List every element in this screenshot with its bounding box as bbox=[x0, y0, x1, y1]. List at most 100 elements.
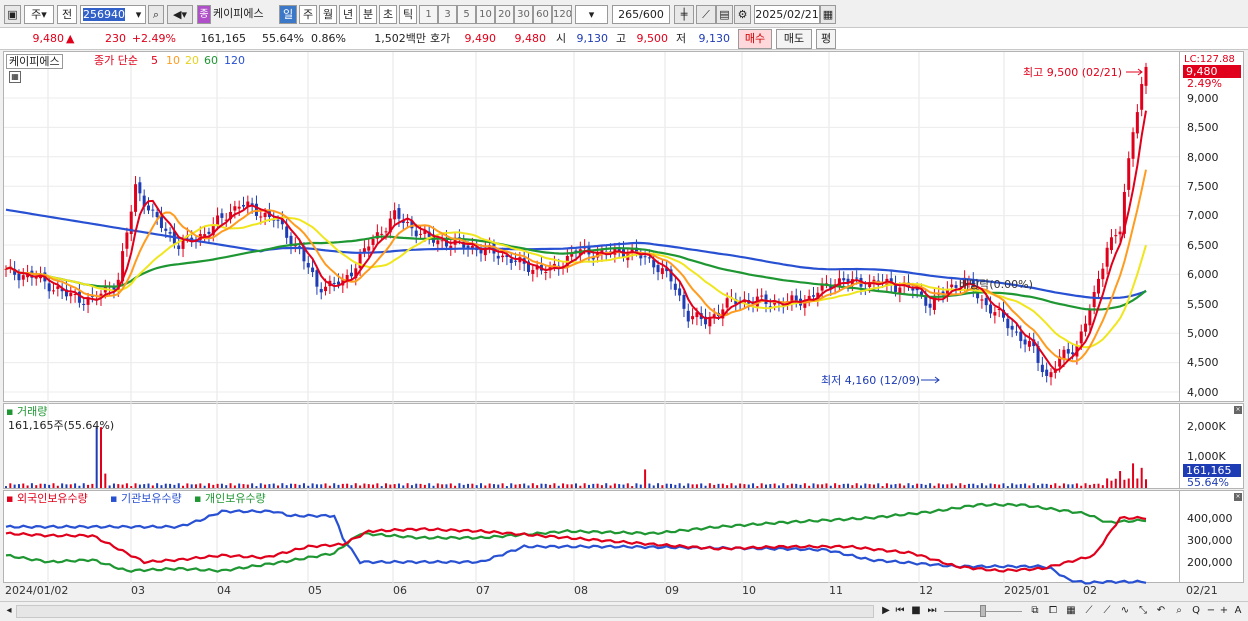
text-tool-icon[interactable]: A bbox=[1231, 604, 1245, 619]
minus-icon[interactable]: − bbox=[1205, 604, 1217, 619]
volume-bar bbox=[1011, 483, 1014, 488]
line-tool-icon[interactable]: ⟋ bbox=[1081, 604, 1097, 619]
volume-bar bbox=[777, 485, 780, 488]
volume-bar bbox=[566, 484, 569, 488]
trend-tool-icon[interactable]: ⟋ bbox=[1099, 604, 1115, 619]
x-axis-label: 07 bbox=[476, 584, 490, 597]
volume-bar bbox=[233, 485, 236, 488]
volume-bar bbox=[821, 484, 824, 488]
volume-bar bbox=[622, 484, 625, 488]
volume-bar bbox=[1097, 483, 1100, 488]
volume-bar bbox=[307, 485, 310, 488]
holder-close-icon[interactable]: × bbox=[1234, 493, 1242, 501]
volume-bar bbox=[48, 484, 51, 488]
volume-bar bbox=[61, 483, 64, 488]
candle-body bbox=[203, 234, 207, 237]
table-icon[interactable]: ▦ bbox=[9, 71, 21, 83]
horizontal-scrollbar[interactable] bbox=[16, 605, 874, 618]
candle-body bbox=[980, 299, 984, 301]
curve-tool-icon[interactable]: ∿ bbox=[1117, 604, 1133, 619]
volume-close-icon[interactable]: × bbox=[1234, 406, 1242, 414]
volume-bar bbox=[30, 483, 33, 488]
volume-bar bbox=[264, 484, 267, 488]
ma5-legend: 5 bbox=[151, 54, 158, 67]
volume-bar bbox=[570, 484, 573, 488]
volume-bar bbox=[1019, 484, 1022, 488]
volume-bar bbox=[9, 483, 12, 488]
candle-body bbox=[177, 245, 181, 250]
candle-body bbox=[673, 283, 677, 290]
zoom-slider-handle[interactable] bbox=[980, 605, 986, 617]
volume-bar bbox=[212, 484, 215, 488]
candle-body bbox=[285, 226, 289, 238]
candle-body bbox=[1084, 323, 1088, 332]
scroll-left-icon[interactable]: ◂ bbox=[3, 604, 15, 619]
volume-bar bbox=[432, 485, 435, 488]
volume-bar bbox=[674, 484, 677, 488]
magnify-icon[interactable]: ⌕ bbox=[1171, 604, 1187, 619]
fast-forward-icon[interactable]: ⏭ bbox=[926, 604, 938, 619]
candle-body bbox=[1127, 158, 1131, 190]
scroll-right-icon[interactable]: ▶ bbox=[880, 604, 892, 619]
volume-bar bbox=[708, 483, 711, 488]
volume-bar bbox=[721, 483, 724, 488]
volume-bar bbox=[976, 485, 979, 488]
x-axis-label: 09 bbox=[665, 584, 679, 597]
volume-bar bbox=[246, 484, 249, 488]
volume-bar bbox=[695, 484, 698, 488]
volume-bar bbox=[682, 485, 685, 488]
price-ytick: 7,000 bbox=[1187, 209, 1219, 222]
volume-bar bbox=[164, 483, 167, 488]
candle-body bbox=[678, 288, 682, 296]
volume-bar bbox=[527, 485, 530, 488]
grid-icon[interactable]: ▦ bbox=[1063, 604, 1079, 619]
volume-bar bbox=[812, 483, 815, 488]
window-icon[interactable]: ⧠ bbox=[1045, 604, 1061, 619]
candle-body bbox=[1135, 112, 1139, 134]
candle-body bbox=[1079, 331, 1083, 344]
candle-body bbox=[315, 270, 319, 287]
candle-body bbox=[1066, 349, 1070, 354]
candle-body bbox=[1131, 132, 1135, 159]
candle-body bbox=[501, 255, 505, 258]
undo-icon[interactable]: ↶ bbox=[1153, 604, 1169, 619]
plus-icon[interactable]: + bbox=[1218, 604, 1230, 619]
volume-bar bbox=[980, 483, 983, 488]
price-legend-stock[interactable]: 케이피에스 bbox=[6, 54, 63, 69]
rewind-icon[interactable]: ⏮ bbox=[894, 604, 906, 619]
volume-bar bbox=[354, 483, 357, 488]
candle-body bbox=[47, 283, 51, 292]
candle-body bbox=[380, 233, 384, 235]
zoom-out-icon[interactable]: Q bbox=[1189, 604, 1203, 619]
volume-bar bbox=[1015, 484, 1018, 488]
candle-body bbox=[52, 290, 55, 292]
volume-bar bbox=[134, 483, 137, 488]
volume-bar bbox=[1123, 479, 1126, 488]
candle-body bbox=[125, 232, 129, 249]
volume-subtitle: 161,165주(55.64%) bbox=[8, 419, 115, 432]
candle-body bbox=[263, 212, 267, 218]
volume-bar bbox=[989, 483, 992, 488]
x-axis-label: 05 bbox=[308, 584, 322, 597]
volume-bar bbox=[618, 484, 621, 488]
layout-icon[interactable]: ⧉ bbox=[1027, 604, 1043, 619]
volume-bar bbox=[277, 485, 280, 488]
volume-bar bbox=[372, 484, 375, 488]
foreign-holding-legend: ▪ 외국인보유수량 bbox=[6, 492, 88, 505]
volume-bar bbox=[769, 484, 772, 488]
stop-icon[interactable]: ■ bbox=[910, 604, 922, 619]
zoom-tool-icon[interactable]: ⤡ bbox=[1135, 604, 1151, 619]
volume-bar bbox=[587, 484, 590, 488]
volume-bar bbox=[959, 483, 962, 488]
candle-body bbox=[682, 295, 686, 309]
candle-body bbox=[164, 228, 168, 231]
volume-bar bbox=[294, 483, 297, 488]
candle-body bbox=[134, 184, 138, 212]
volume-bar bbox=[1067, 484, 1070, 488]
volume-bar bbox=[786, 485, 789, 488]
volume-bar bbox=[125, 483, 128, 488]
volume-bar bbox=[670, 483, 672, 488]
candle-body bbox=[367, 246, 371, 251]
volume-bar bbox=[877, 483, 880, 488]
volume-bar bbox=[739, 483, 742, 488]
